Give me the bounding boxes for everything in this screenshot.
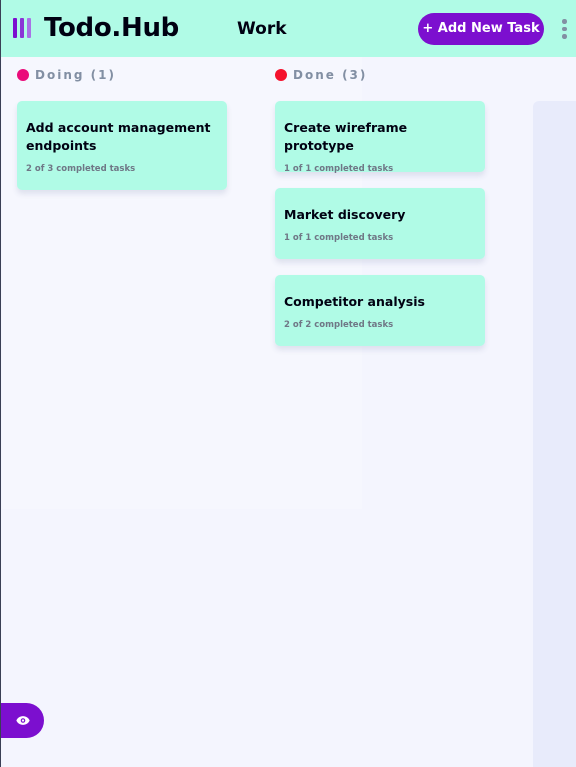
subtask-count: 2 of 2 completed tasks: [284, 320, 394, 330]
board-bars-icon: [13, 18, 33, 38]
task-title: Competitor analysis: [284, 294, 425, 309]
app-page: Todo.Hub Work + Add New Task Doing (1) A…: [0, 0, 576, 767]
column-name: Doing (1): [35, 68, 116, 82]
subtask-count: 1 of 1 completed tasks: [284, 233, 394, 243]
task-card[interactable]: Add account management endpoints 2 of 3 …: [17, 101, 227, 190]
task-title: Market discovery: [284, 207, 406, 222]
column-name: Done (3): [293, 68, 368, 82]
subtask-count: 1 of 1 completed tasks: [284, 164, 394, 174]
app-header: Todo.Hub Work + Add New Task: [1, 0, 576, 57]
add-new-task-button[interactable]: + Add New Task: [418, 13, 544, 45]
column-status-dot: [17, 69, 29, 81]
show-sidebar-button[interactable]: [1, 703, 44, 738]
vertical-ellipsis-icon[interactable]: [557, 17, 571, 41]
eye-icon: [16, 716, 30, 725]
task-title: Add account management endpoints: [26, 120, 211, 153]
task-card[interactable]: Market discovery 1 of 1 completed tasks: [275, 188, 485, 259]
board-title: Work: [237, 19, 287, 39]
subtask-count: 2 of 3 completed tasks: [26, 164, 136, 174]
task-card[interactable]: Competitor analysis 2 of 2 completed tas…: [275, 275, 485, 346]
new-column-area[interactable]: [533, 101, 576, 767]
task-title: Create wireframe prototype: [284, 120, 408, 153]
task-card[interactable]: Create wireframe prototype 1 of 1 comple…: [275, 101, 485, 174]
brand-name: Todo.Hub: [44, 13, 179, 43]
column-status-dot: [275, 69, 287, 81]
